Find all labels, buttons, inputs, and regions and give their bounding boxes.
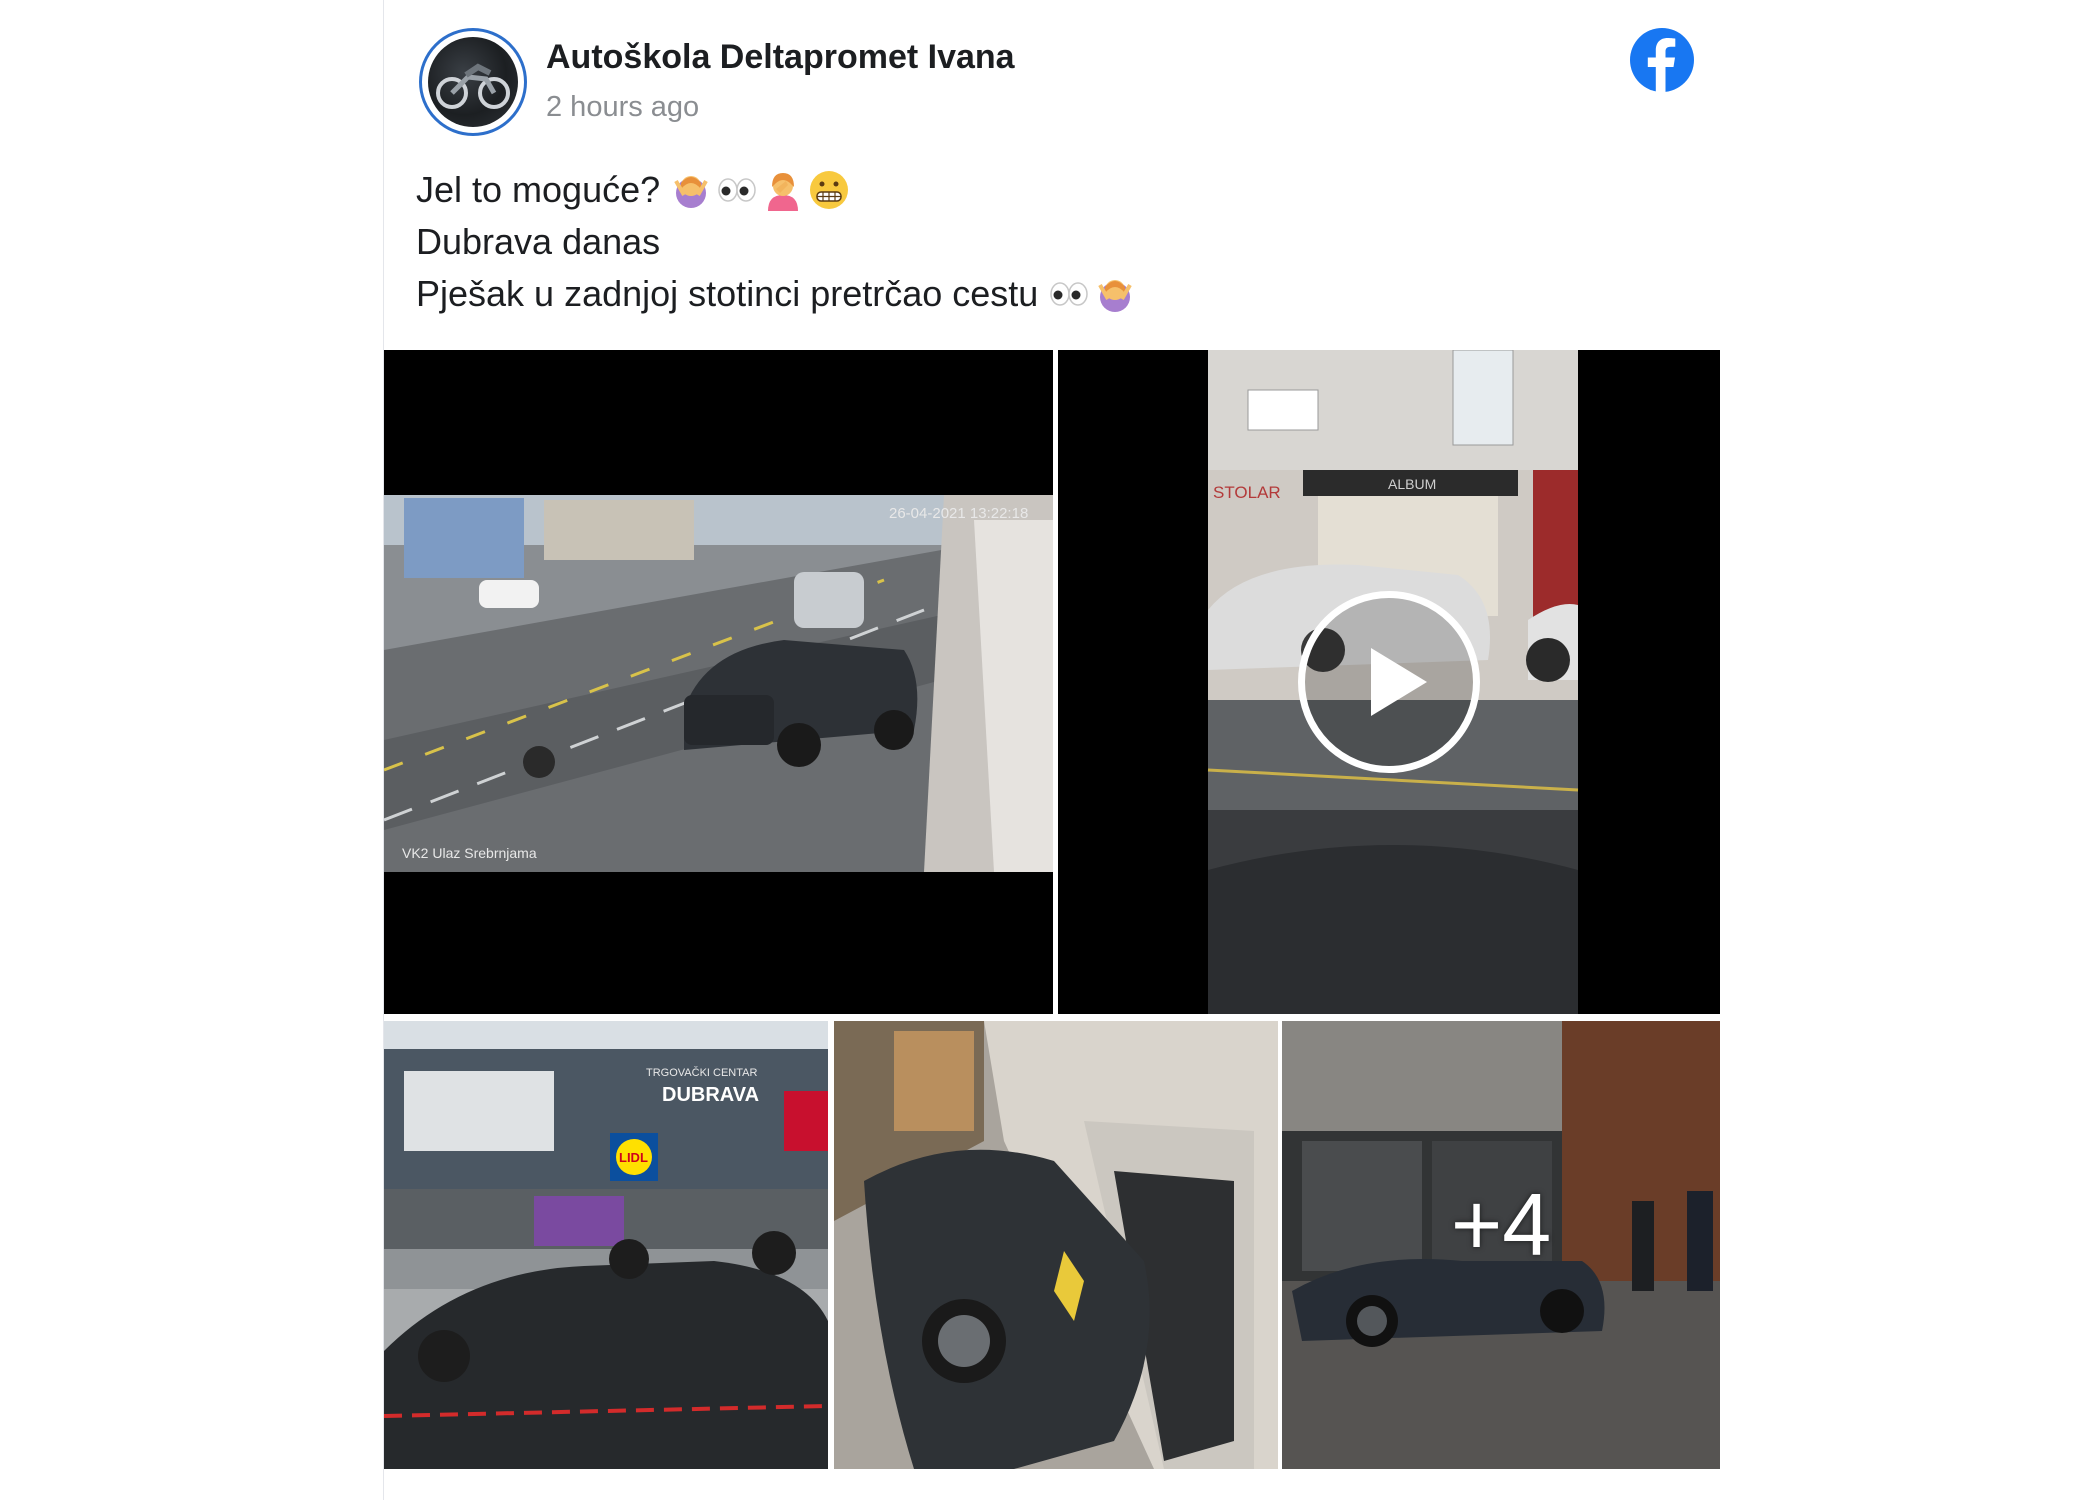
cctv-camera-label: VK2 Ulaz Srebrnjama (402, 845, 537, 861)
lidl-logo: LIDL (619, 1150, 648, 1165)
woman-gesturing-ok-emoji-icon (1098, 280, 1133, 312)
eyes-emoji-icon (1050, 282, 1089, 306)
facebook-logo-icon[interactable] (1630, 28, 1694, 92)
media-wrecked-car-photo[interactable] (834, 1021, 1278, 1469)
cctv-timestamp: 26-04-2021 13:22:18 (889, 505, 1028, 522)
woman-facepalming-emoji-icon (768, 173, 799, 211)
grimacing-face-emoji-icon (810, 171, 849, 209)
media-cctv-photo[interactable]: 26-04-2021 13:22:18 VK2 Ulaz Srebrnjama (384, 350, 1053, 1014)
woman-gesturing-ok-emoji-icon (674, 176, 708, 208)
post-line-1-emojis (670, 169, 850, 211)
post-line-1-text: Jel to moguće? (416, 169, 661, 210)
post-author[interactable]: Autoškola Deltapromet Ivana (546, 38, 1015, 77)
facebook-post: Autoškola Deltapromet Ivana 2 hours ago … (384, 0, 1720, 1500)
media-more-photos[interactable]: +4 (1282, 1021, 1720, 1469)
shop-sign: STOLAR (1213, 483, 1281, 502)
page-avatar[interactable] (419, 28, 527, 136)
post-line-1: Jel to moguće? (416, 164, 1616, 216)
post-line-3-text: Pješak u zadnjoj stotinci pretrčao cestu (416, 273, 1039, 314)
mall-sign-big: DUBRAVA (662, 1084, 759, 1106)
media-overturned-car-photo[interactable]: TRGOVAČKI CENTAR DUBRAVA LIDL (384, 1021, 828, 1469)
post-timestamp[interactable]: 2 hours ago (546, 91, 699, 124)
play-icon (1371, 648, 1427, 716)
play-button[interactable] (1298, 591, 1480, 773)
media-video[interactable]: STOLAR ALBUM (1058, 350, 1720, 1014)
post-line-2-text: Dubrava danas (416, 221, 661, 262)
post-line-3: Pješak u zadnjoj stotinci pretrčao cestu (416, 268, 1616, 320)
mall-sign-small: TRGOVAČKI CENTAR (646, 1066, 757, 1079)
post-line-3-emojis (1048, 273, 1136, 315)
store-sign: ALBUM (1388, 476, 1436, 492)
more-photos-count: +4 (1450, 1175, 1552, 1274)
motorcycle-avatar-image (428, 37, 518, 127)
post-text: Jel to moguće? Dubrava danas Pješak u za… (416, 164, 1616, 320)
eyes-emoji-icon (718, 178, 756, 202)
post-line-2: Dubrava danas (416, 216, 1616, 268)
